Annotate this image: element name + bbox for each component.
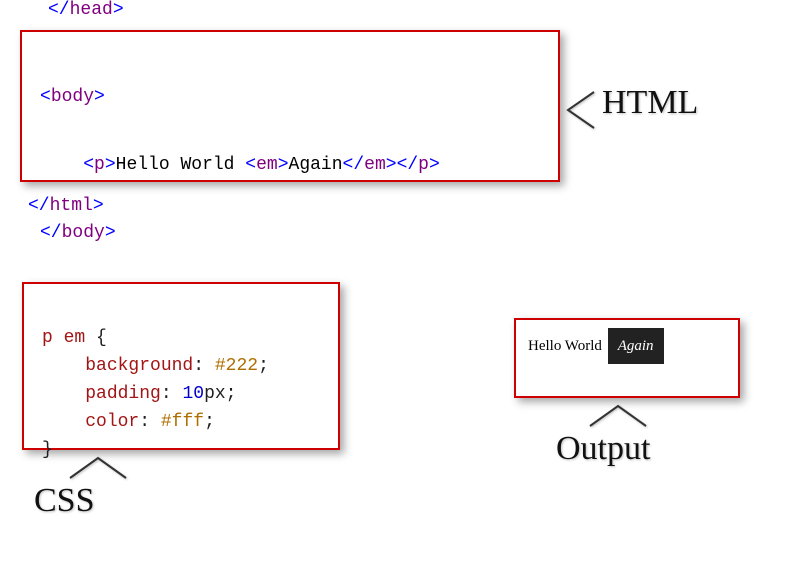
output-box: Hello World Again xyxy=(514,318,740,398)
html-code: <body> <p>Hello World <em>Again</em></p>… xyxy=(22,32,558,264)
css-prop-color: color xyxy=(85,412,139,432)
em-text-again: Again xyxy=(289,155,343,175)
html-line-body-close: </body> xyxy=(40,223,116,243)
css-val-padding-num: 10 xyxy=(182,384,204,404)
output-label: Output xyxy=(556,430,650,468)
stray-html-close: </html> xyxy=(28,196,104,216)
css-prop-background: background xyxy=(85,356,193,376)
css-prop-padding: padding xyxy=(85,384,161,404)
html-line-p: <p>Hello World <em>Again</em></p> xyxy=(83,155,440,175)
p-text-hello: Hello World xyxy=(116,155,246,175)
output-plain-text: Hello World xyxy=(528,338,606,354)
html-line-body-open: <body> xyxy=(40,87,105,107)
css-code: p em { background: #222; padding: 10px; … xyxy=(24,284,338,476)
css-selector: p em xyxy=(42,328,85,348)
css-code-box: p em { background: #222; padding: 10px; … xyxy=(22,282,340,450)
css-val-color: #fff xyxy=(161,412,204,432)
output-highlighted-text: Again xyxy=(608,328,664,364)
css-val-background: #222 xyxy=(215,356,258,376)
stray-head-close: </head> xyxy=(48,0,124,20)
output-rendered: Hello World Again xyxy=(516,320,738,377)
css-label: CSS xyxy=(34,482,95,520)
html-code-box: <body> <p>Hello World <em>Again</em></p>… xyxy=(20,30,560,182)
html-label: HTML xyxy=(602,84,698,122)
html-caret-icon xyxy=(564,90,598,136)
